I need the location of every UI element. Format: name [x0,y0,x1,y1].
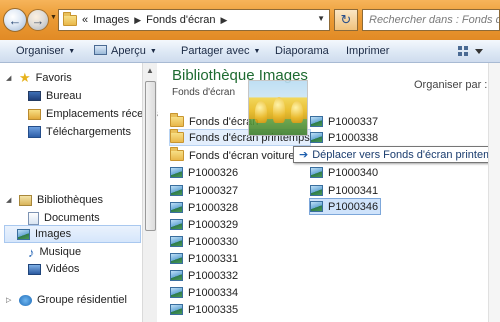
chevron-down-icon: ▼ [253,48,261,55]
forward-button[interactable]: → [27,9,49,31]
image-file-icon [170,287,183,298]
collapse-triangle-icon[interactable]: ◢ [6,74,14,82]
file-list-pane: Bibliothèque Images Fonds d'écran Organi… [158,63,500,322]
recent-places-icon [28,108,41,120]
file-item[interactable]: P1000341 [310,182,378,199]
file-item[interactable]: P1000328 [170,199,238,216]
chevron-down-icon: ▼ [149,48,157,55]
nav-videos[interactable]: Vidéos [28,260,79,278]
file-item[interactable]: P1000331 [170,250,238,267]
title-bar: ← → ▼ « Images ▶ Fonds d'écran ▶ ▼ ↻ Rec… [0,0,500,40]
drag-drop-tooltip: ➔ Déplacer vers Fonds d'écran printemps [293,146,500,163]
preview-icon [94,45,107,55]
search-input[interactable]: Rechercher dans : Fonds d'écran [362,9,500,31]
file-item[interactable]: P1000338 [310,129,378,146]
breadcrumb: « Images ▶ Fonds d'écran ▶ [82,14,227,26]
image-file-icon [310,132,323,143]
image-file-icon [170,219,183,230]
downloads-icon [28,126,41,138]
folder-icon [63,11,77,26]
command-bar: Organiser ▼ Aperçu ▼ Partager avec ▼ Diapor… [0,40,500,63]
print-button[interactable]: Imprimer [346,40,389,63]
collapse-triangle-icon[interactable]: ◢ [6,196,14,204]
file-item-selected[interactable]: P1000346 [309,198,382,215]
pictures-icon [17,228,30,240]
documents-icon [28,211,39,225]
navigation-scrollbar[interactable]: ▲ [142,63,157,322]
image-file-icon [310,167,323,178]
view-options-icon [458,46,483,56]
music-icon: ♪ [28,244,35,260]
image-file-icon [170,236,183,247]
organize-button[interactable]: Organiser ▼ [16,40,75,63]
image-file-icon [170,253,183,264]
refresh-icon: ↻ [340,12,352,27]
file-item[interactable]: P1000332 [170,267,238,284]
nav-music[interactable]: ♪ Musique [28,243,81,261]
breadcrumb-images[interactable]: Images [93,14,129,26]
file-item[interactable]: P1000334 [170,284,238,301]
folder-icon [170,113,184,127]
folder-item[interactable]: Fonds d'écran voitures [170,147,300,164]
preview-button[interactable]: Aperçu ▼ [94,40,157,63]
image-file-icon [310,185,323,196]
scrollbar-thumb[interactable] [145,81,156,231]
file-item[interactable]: P1000337 [310,113,378,130]
content-scrollbar[interactable] [488,63,500,322]
library-icon [19,194,32,206]
arrange-by-label: Organiser par : [414,79,488,91]
file-item[interactable]: P1000326 [170,164,238,181]
nav-favorites[interactable]: ◢ ★ Favoris [6,69,72,87]
file-item[interactable]: P1000335 [170,301,238,318]
file-item[interactable]: P1000340 [310,164,378,181]
refresh-button[interactable]: ↻ [334,9,358,31]
address-bar[interactable]: « Images ▶ Fonds d'écran ▶ ▼ [58,9,330,31]
slideshow-button[interactable]: Diaporama [275,40,329,63]
nav-desktop[interactable]: Bureau [28,87,81,105]
library-subtitle: Fonds d'écran [172,87,236,98]
folder-icon [170,129,184,143]
homegroup-icon [19,294,32,306]
image-file-icon [310,201,323,212]
star-icon: ★ [19,70,31,85]
change-view-button[interactable] [458,46,484,60]
chevron-down-icon: ▼ [68,48,76,55]
nav-downloads[interactable]: Téléchargements [28,123,131,141]
nav-recent-places[interactable]: Emplacements récents [28,105,158,123]
image-file-icon [170,202,183,213]
image-file-icon [170,304,183,315]
image-file-icon [170,185,183,196]
breadcrumb-fonds-ecran[interactable]: Fonds d'écran [146,14,215,26]
image-file-icon [170,167,183,178]
desktop-icon [28,91,41,101]
share-button[interactable]: Partager avec ▼ [181,40,260,63]
history-dropdown-icon[interactable]: ▼ [50,14,57,21]
scroll-up-icon[interactable]: ▲ [146,66,154,75]
expand-triangle-icon[interactable]: ▷ [6,296,14,304]
move-arrow-icon: ➔ [299,149,309,161]
chevron-down-icon[interactable]: ▼ [317,14,325,23]
nav-libraries[interactable]: ◢ Bibliothèques [6,191,103,209]
chevron-right-icon[interactable]: ▶ [221,15,228,26]
arrow-right-icon: → [31,12,45,28]
image-file-icon [170,270,183,281]
chevron-right-icon[interactable]: ▶ [134,15,141,26]
back-button[interactable]: ← [3,8,27,32]
arrow-left-icon: ← [8,12,22,28]
file-item[interactable]: P1000329 [170,216,238,233]
drag-thumbnail-image [248,80,308,136]
breadcrumb-overflow[interactable]: « [82,14,88,26]
file-item[interactable]: P1000327 [170,182,238,199]
folder-item[interactable]: Fonds d'écran [170,113,258,130]
nav-homegroup[interactable]: ▷ Groupe résidentiel [6,291,127,309]
folder-icon [170,147,184,161]
image-file-icon [310,116,323,127]
videos-icon [28,263,41,275]
navigation-pane: ◢ ★ Favoris Bureau Emplacements récents … [0,63,158,322]
nav-images[interactable]: Images [4,225,141,243]
file-item[interactable]: P1000330 [170,233,238,250]
